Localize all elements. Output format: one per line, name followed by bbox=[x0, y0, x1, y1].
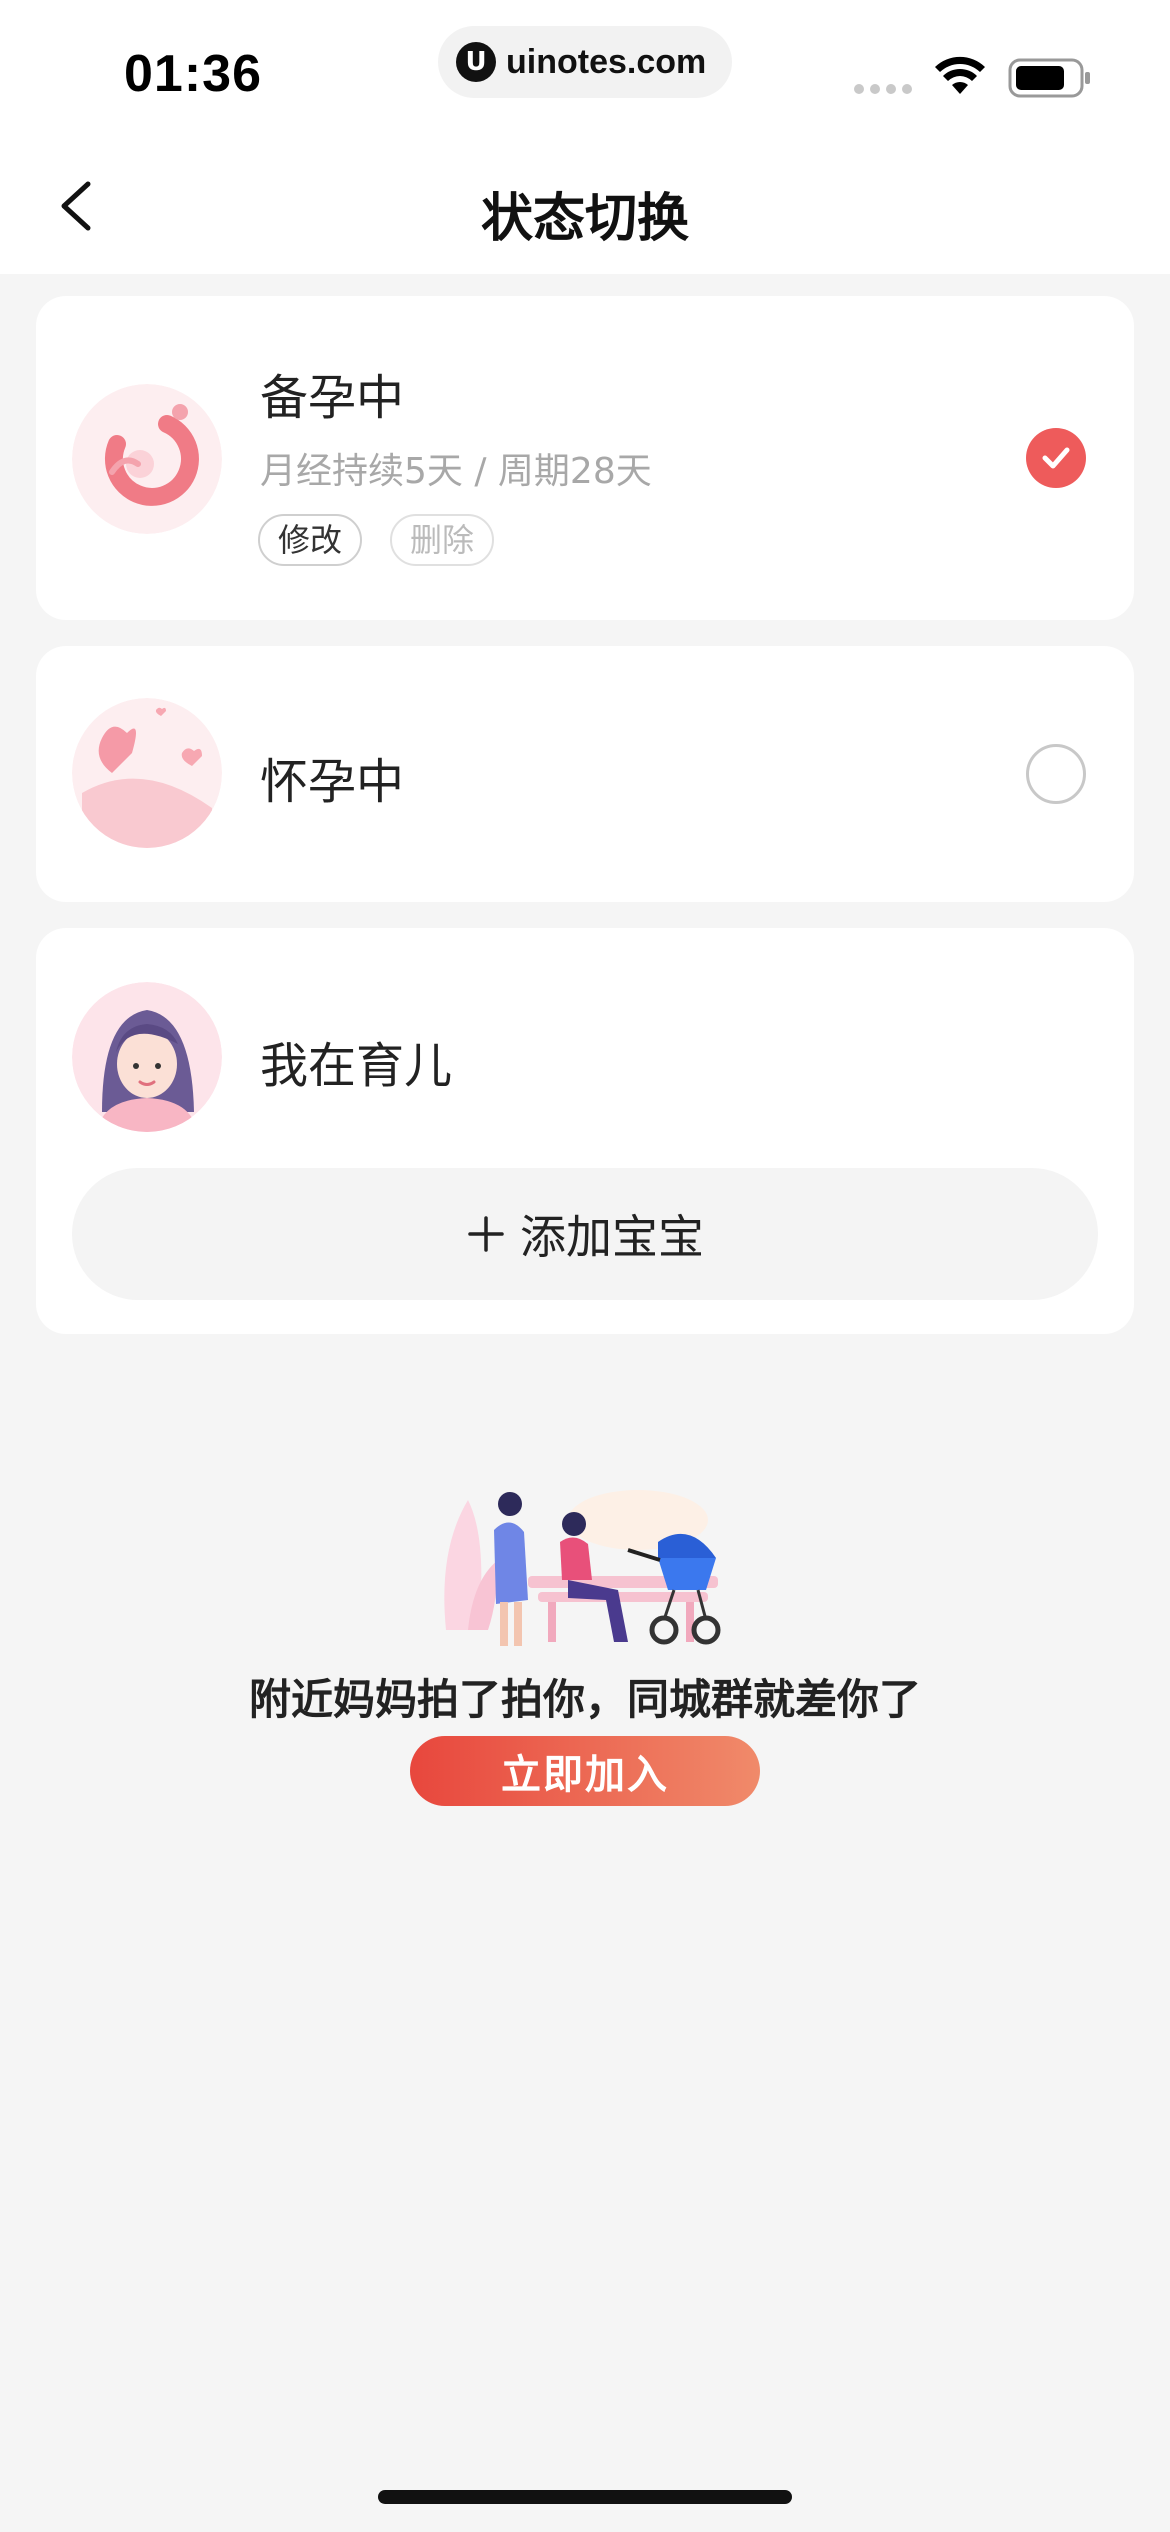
join-now-button[interactable]: 立即加入 bbox=[410, 1736, 760, 1806]
cycle-summary: 月经持续5天 / 周期28天 bbox=[260, 451, 652, 492]
status-card-parenting[interactable]: 我在育儿 添加宝宝 bbox=[36, 928, 1134, 1334]
status-card-prepregnancy[interactable]: 备孕中 月经持续5天 / 周期28天 修改 删除 bbox=[36, 296, 1134, 620]
battery-icon bbox=[1008, 58, 1090, 98]
home-indicator bbox=[378, 2490, 792, 2504]
plus-icon bbox=[468, 1216, 504, 1252]
status-bar: 01:36 U uinotes.com bbox=[0, 0, 1170, 140]
add-baby-label: 添加宝宝 bbox=[520, 1210, 704, 1264]
card-title: 备孕中 bbox=[260, 370, 405, 426]
status-time: 01:36 bbox=[124, 45, 262, 103]
add-baby-button[interactable]: 添加宝宝 bbox=[72, 1168, 1098, 1300]
url-text: uinotes.com bbox=[506, 42, 707, 81]
card-title: 我在育儿 bbox=[260, 1038, 453, 1094]
url-pill[interactable]: U uinotes.com bbox=[438, 26, 732, 98]
card-title: 怀孕中 bbox=[260, 754, 405, 810]
site-logo-icon: U bbox=[456, 42, 496, 82]
edit-button[interactable]: 修改 bbox=[258, 514, 363, 566]
delete-button[interactable]: 删除 bbox=[390, 514, 495, 566]
selected-radio[interactable] bbox=[1026, 428, 1086, 488]
checkmark-icon bbox=[1042, 447, 1070, 469]
page-title: 状态切换 bbox=[480, 189, 689, 249]
parenting-avatar bbox=[72, 982, 222, 1132]
moms-with-stroller-illustration bbox=[444, 1490, 721, 1646]
pregnancy-avatar bbox=[72, 698, 222, 848]
nav-bar: 状态切换 bbox=[0, 140, 1170, 274]
promo-text: 附近妈妈拍了拍你，同城群就差你了 bbox=[248, 1675, 921, 1724]
prepregnancy-avatar bbox=[72, 384, 222, 534]
wifi-icon bbox=[935, 56, 985, 94]
status-card-pregnancy[interactable]: 怀孕中 bbox=[36, 646, 1134, 902]
unselected-radio[interactable] bbox=[1026, 744, 1086, 804]
cellular-signal-icon bbox=[854, 84, 912, 94]
